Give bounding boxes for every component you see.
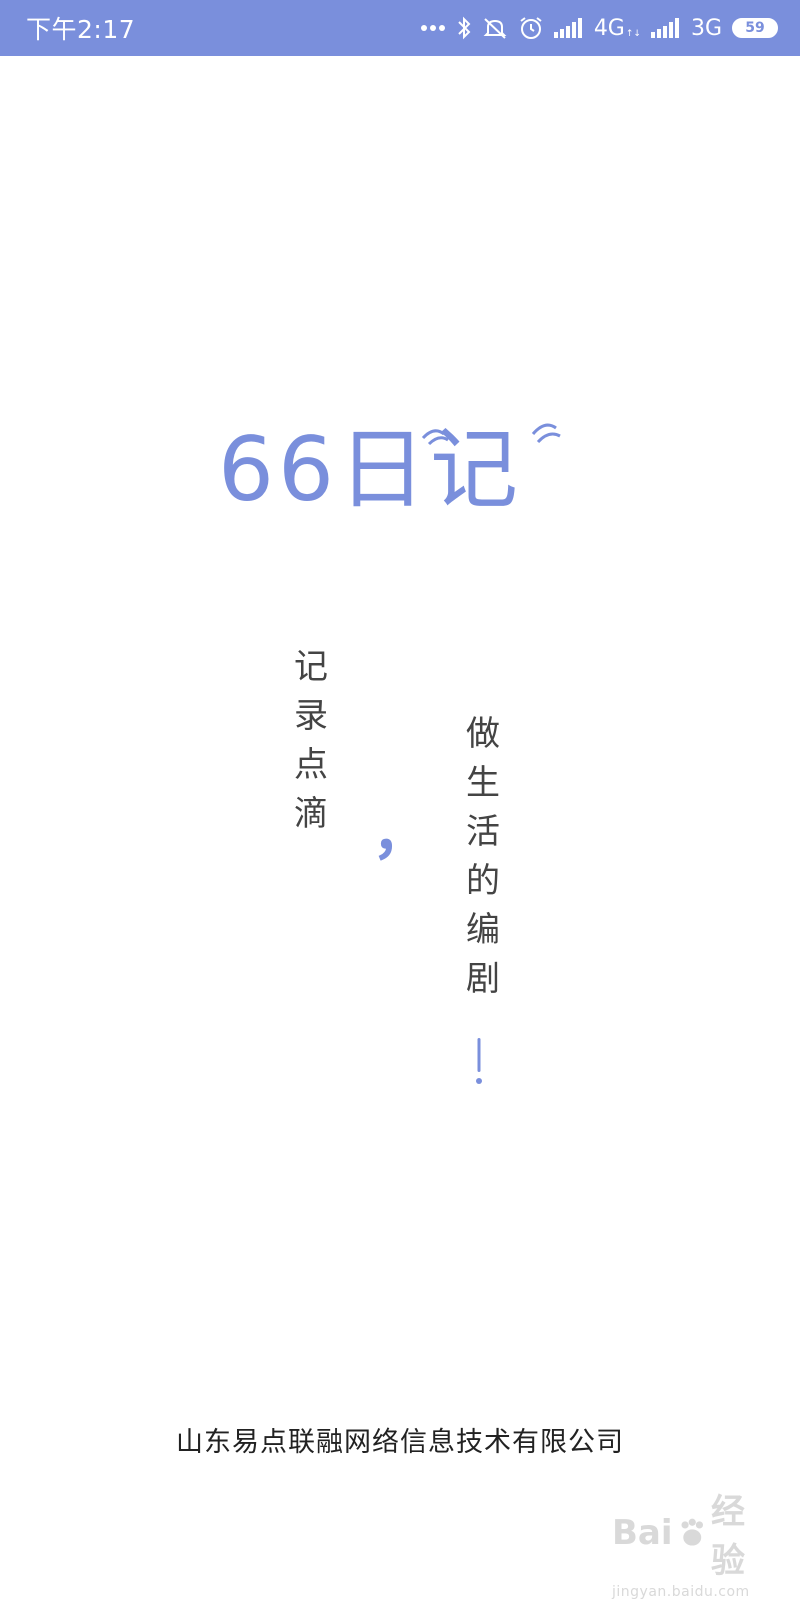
status-icons: 4G ↑↓ 3G 59	[420, 15, 778, 41]
slogan-char: 剧	[466, 959, 500, 999]
watermark-brand: Bai	[612, 1513, 673, 1553]
baidu-jingyan-watermark: Bai 经验 jingyan.baidu.com	[612, 1484, 772, 1600]
slogan-char: 活	[466, 812, 500, 852]
app-logo: 66日记	[218, 410, 568, 530]
paw-icon	[681, 1518, 703, 1546]
slogan-char: 记	[294, 647, 328, 687]
slogan-left-column: 记 录 点 滴	[294, 643, 328, 839]
logo-swoosh-decoration	[421, 423, 561, 446]
company-name: 山东易点联融网络信息技术有限公司	[176, 1427, 624, 1458]
slogan-char: 滴	[294, 794, 328, 834]
slogan-char: 生	[466, 763, 500, 803]
slogan-char: 做	[466, 714, 500, 754]
slogan-comma: ，	[372, 799, 431, 867]
status-time: 下午2:17	[26, 15, 136, 44]
slogan-right-column: 做 生 活 的 编 剧	[466, 710, 500, 1004]
slogan-char: 点	[294, 745, 328, 785]
network-type-3g: 3G	[690, 15, 722, 41]
network-type-4g: 4G ↑↓	[593, 15, 641, 41]
slogan-exclaim	[476, 1038, 482, 1086]
signal-icon	[650, 18, 679, 38]
more-dots-icon	[420, 25, 445, 31]
alarm-icon	[520, 17, 542, 39]
watermark-url: jingyan.baidu.com	[612, 1584, 750, 1600]
slogan-char: 的	[466, 861, 500, 901]
slogan-char: 录	[294, 696, 328, 736]
battery-icon: 59	[732, 18, 778, 38]
slogan-char: 编	[466, 910, 500, 950]
mute-icon	[483, 18, 507, 39]
battery-level: 59	[745, 20, 765, 36]
watermark-suffix: 经验	[711, 1492, 746, 1581]
bluetooth-icon	[458, 16, 471, 40]
status-bar: 下午2:17 4G ↑↓ 3G 59	[0, 0, 800, 56]
signal-icon	[553, 18, 582, 38]
